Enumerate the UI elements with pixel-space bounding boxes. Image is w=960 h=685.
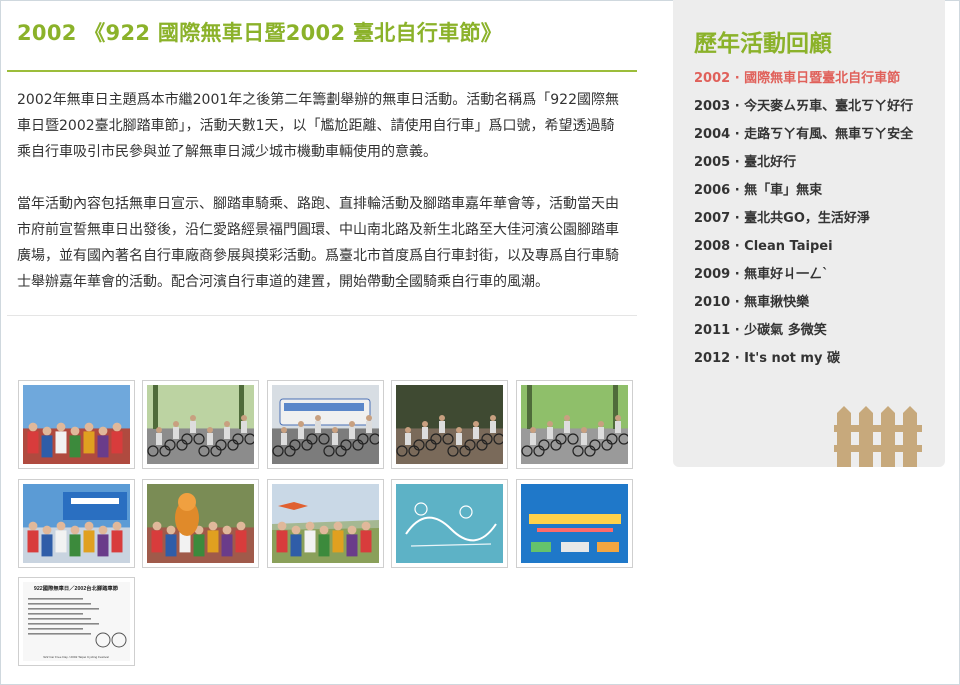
article-paragraph-2: 當年活動內容包括無車日宣示、腳踏車騎乘、路跑、直排輪活動及腳踏車嘉年華會等，活動…	[17, 196, 619, 290]
sidebar-item[interactable]: 2004 · 走路ㄎㄚ有風、無車ㄎㄚ安全	[694, 124, 913, 152]
gallery-thumbnail[interactable]	[267, 380, 384, 469]
section-divider	[7, 315, 637, 316]
poster-footer: 922 Car Free Day / 2002 Taipei Cycling F…	[43, 655, 109, 659]
sidebar-title: 歷年活動回顧	[694, 31, 832, 57]
sidebar-item[interactable]: 2012 · It's not my 碳	[694, 348, 913, 376]
fence-icon	[834, 406, 922, 467]
title-divider	[7, 70, 637, 72]
gallery-thumbnail[interactable]: 922國際無車日／2002台北腳踏車節 922 Car Free Day / 20…	[18, 577, 135, 666]
sidebar-item[interactable]: 2007 · 臺北共GO，生活好淨	[694, 208, 913, 236]
sidebar-item[interactable]: 2009 · 無車好ㄐ一ㄥˋ	[694, 264, 913, 292]
thumbnail-image: 922國際無車日／2002台北腳踏車節 922 Car Free Day / 20…	[23, 582, 130, 661]
thumbnail-image	[396, 484, 503, 563]
gallery-thumbnail[interactable]	[391, 479, 508, 568]
sidebar-item[interactable]: 2005 · 臺北好行	[694, 152, 913, 180]
thumbnail-image	[23, 484, 130, 563]
gallery-thumbnail[interactable]	[391, 380, 508, 469]
poster-title: 922國際無車日／2002台北腳踏車節	[34, 584, 119, 592]
gallery-thumbnail[interactable]	[267, 479, 384, 568]
sidebar-item[interactable]: 2003 · 今天麥ㄙㄞ車、臺北ㄎㄚ好行	[694, 96, 913, 124]
sidebar-item[interactable]: 2008 · Clean Taipei	[694, 236, 913, 264]
thumbnail-image	[272, 385, 379, 464]
gallery-thumbnail[interactable]	[18, 380, 135, 469]
article-content: 2002 《922 國際無車日暨2002 臺北自行車節》 2002年無車日主題爲…	[7, 18, 637, 316]
sidebar-item[interactable]: 2010 · 無車揪快樂	[694, 292, 913, 320]
thumbnail-image	[272, 484, 379, 563]
thumbnail-image	[147, 385, 254, 464]
thumbnail-image	[23, 385, 130, 464]
sidebar: 歷年活動回顧 2002 · 國際無車日暨臺北自行車節 2003 · 今天麥ㄙㄞ車、…	[673, 0, 945, 467]
thumbnail-image	[521, 484, 628, 563]
gallery-thumbnail[interactable]	[142, 380, 259, 469]
article-title: 2002 《922 國際無車日暨2002 臺北自行車節》	[17, 21, 503, 45]
thumbnail-image	[147, 484, 254, 563]
sidebar-item[interactable]: 2011 · 少碳氣 多微笑	[694, 320, 913, 348]
gallery-thumbnail[interactable]	[516, 479, 633, 568]
gallery-thumbnail[interactable]	[18, 479, 135, 568]
gallery-thumbnail[interactable]	[142, 479, 259, 568]
thumbnail-image	[521, 385, 628, 464]
sidebar-item[interactable]: 2006 · 無「車」無束	[694, 180, 913, 208]
gallery-thumbnail[interactable]	[516, 380, 633, 469]
sidebar-year-list: 2002 · 國際無車日暨臺北自行車節 2003 · 今天麥ㄙㄞ車、臺北ㄎㄚ好行 2…	[694, 68, 913, 376]
thumbnail-image	[396, 385, 503, 464]
article-paragraph-1: 2002年無車日主題爲本市繼2001年之後第二年籌劃舉辦的無車日活動。活動名稱爲…	[17, 92, 619, 160]
sidebar-item[interactable]: 2002 · 國際無車日暨臺北自行車節	[694, 68, 913, 96]
